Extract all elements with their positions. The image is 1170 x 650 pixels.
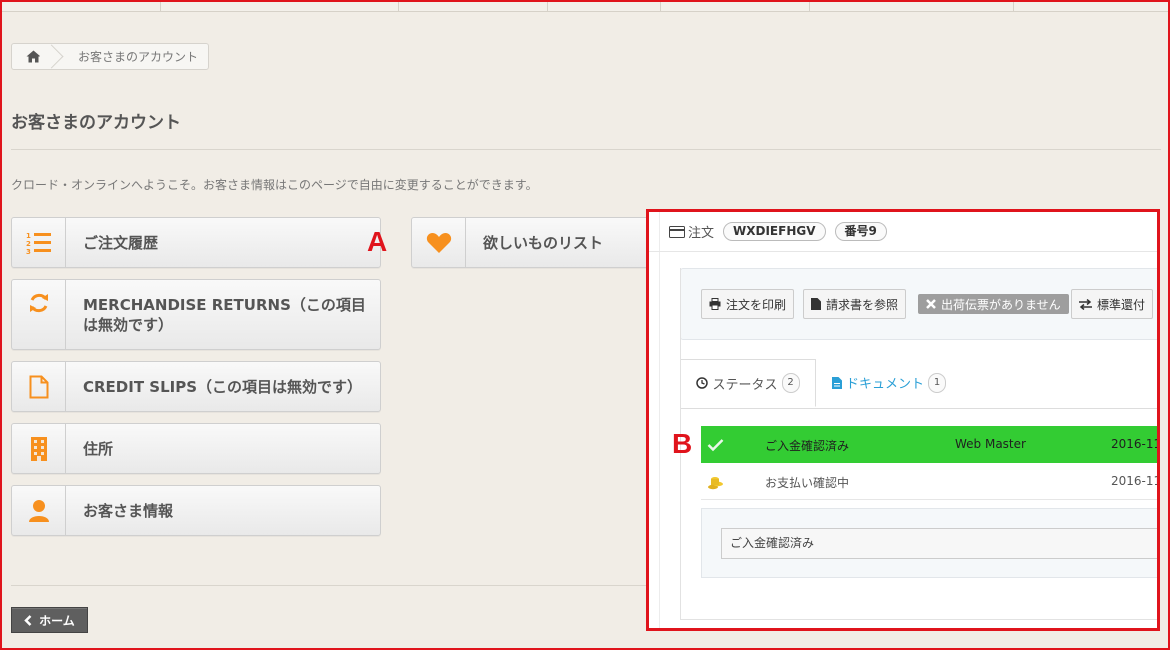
status-employee: Web Master: [955, 437, 1026, 451]
file-text-icon: [832, 376, 842, 389]
panel-edge: [659, 212, 660, 628]
order-detail-zoom: 注文 WXDIEFHGV 番号9 注文を印刷 請求書を参照 出荷伝票がありません: [646, 209, 1160, 631]
tab-documents-label: ドキュメント: [846, 377, 925, 392]
document-icon: [811, 298, 821, 310]
breadcrumb-home[interactable]: [12, 44, 54, 69]
coins-icon: [708, 477, 723, 490]
home-button[interactable]: ホーム: [11, 607, 88, 633]
merchandise-returns-label: MERCHANDISE RETURNS（この項目は無効です）: [83, 295, 366, 334]
personal-info-label: お客さま情報: [83, 501, 174, 520]
order-history-icon-cell: 1 2 3: [12, 218, 66, 267]
exchange-icon: [1079, 298, 1092, 310]
wishlist-label: 欲しいものリスト: [483, 233, 604, 252]
order-tabs: ステータス 2 ドキュメント 1: [680, 359, 1157, 409]
merchandise-returns-icon-cell: [12, 280, 66, 349]
standard-refund-label: 標準還付: [1097, 297, 1146, 312]
wishlist-icon-cell: [412, 218, 466, 267]
merchandise-returns-button[interactable]: MERCHANDISE RETURNS（この項目は無効です）: [11, 279, 381, 350]
personal-info-icon-cell: [12, 486, 66, 535]
home-icon: [26, 50, 40, 63]
nav-divider: [547, 0, 548, 11]
addresses-label: 住所: [83, 439, 114, 458]
divider: [11, 585, 651, 586]
wishlist-button[interactable]: 欲しいものリスト: [411, 217, 651, 268]
refresh-icon: [29, 293, 48, 313]
divider: [11, 149, 1161, 150]
nav-divider: [660, 0, 661, 11]
print-order-button[interactable]: 注文を印刷: [701, 289, 795, 319]
user-icon: [28, 499, 49, 522]
svg-text:1: 1: [26, 232, 31, 240]
heart-icon: [426, 232, 451, 253]
nav-divider: [809, 0, 810, 11]
annotation-marker-a: A: [367, 226, 388, 257]
order-label: 注文: [688, 226, 715, 241]
table-row: ご入金確認済み Web Master 2016-11: [701, 426, 1160, 463]
status-count-badge: 2: [781, 373, 800, 393]
documents-count-badge: 1: [928, 372, 947, 393]
status-name: ご入金確認済み: [765, 439, 850, 453]
order-number-badge: 番号9: [834, 222, 887, 241]
table-row: お支払い確認中 2016-11: [701, 463, 1160, 500]
print-order-label: 注文を印刷: [726, 297, 787, 312]
list-ol-icon: 1 2 3: [26, 232, 51, 255]
page-title: お客さまのアカウント: [11, 113, 181, 133]
svg-text:2: 2: [26, 240, 31, 248]
addresses-icon-cell: [12, 424, 66, 473]
tab-status[interactable]: ステータス 2: [680, 359, 816, 407]
building-icon: [30, 436, 47, 461]
order-actions-bar: 注文を印刷 請求書を参照 出荷伝票がありません 標準還付: [680, 268, 1157, 340]
personal-info-button[interactable]: お客さま情報: [11, 485, 381, 536]
file-icon: [29, 375, 48, 398]
welcome-text: クロード・オンラインへようこそ。お客さま情報はこのページで自由に変更することがで…: [11, 178, 538, 192]
status-select[interactable]: ご入金確認済み: [721, 528, 1157, 559]
top-navigation: [0, 0, 1170, 12]
nav-divider: [160, 0, 161, 11]
svg-text:3: 3: [26, 248, 31, 255]
order-history-label: ご注文履歴: [83, 233, 159, 252]
clock-icon: [696, 377, 709, 389]
no-delivery-slip-label: 出荷伝票がありません: [941, 297, 1061, 312]
tab-documents[interactable]: ドキュメント 1: [832, 359, 947, 406]
tab-status-label: ステータス: [712, 377, 778, 393]
home-button-label: ホーム: [39, 613, 75, 628]
credit-slips-icon-cell: [12, 362, 66, 411]
close-icon: [926, 299, 936, 309]
print-icon: [709, 298, 721, 310]
status-date: 2016-11: [1111, 437, 1160, 451]
view-invoice-button[interactable]: 請求書を参照: [803, 289, 907, 319]
standard-refund-button[interactable]: 標準還付: [1071, 289, 1154, 319]
nav-divider: [1013, 0, 1014, 11]
no-delivery-slip-button: 出荷伝票がありません: [918, 294, 1069, 314]
nav-divider: [398, 0, 399, 11]
status-name: お支払い確認中: [765, 476, 850, 490]
order-reference-badge: WXDIEFHGV: [723, 222, 826, 241]
order-history-button[interactable]: 1 2 3 ご注文履歴: [11, 217, 381, 268]
credit-card-icon: [669, 225, 685, 238]
credit-slips-button[interactable]: CREDIT SLIPS（この項目は無効です）: [11, 361, 381, 412]
order-header: 注文 WXDIEFHGV 番号9: [649, 212, 1157, 252]
status-update-form: ご入金確認済み: [701, 508, 1157, 578]
status-date: 2016-11: [1111, 474, 1160, 488]
chevron-left-icon: [24, 614, 32, 626]
check-icon: [707, 439, 724, 452]
addresses-button[interactable]: 住所: [11, 423, 381, 474]
credit-slips-label: CREDIT SLIPS（この項目は無効です）: [83, 377, 363, 396]
breadcrumb-current: お客さまのアカウント: [78, 50, 199, 64]
annotation-marker-b: B: [672, 428, 693, 459]
breadcrumb: お客さまのアカウント: [11, 43, 209, 70]
view-invoice-label: 請求書を参照: [826, 297, 899, 312]
